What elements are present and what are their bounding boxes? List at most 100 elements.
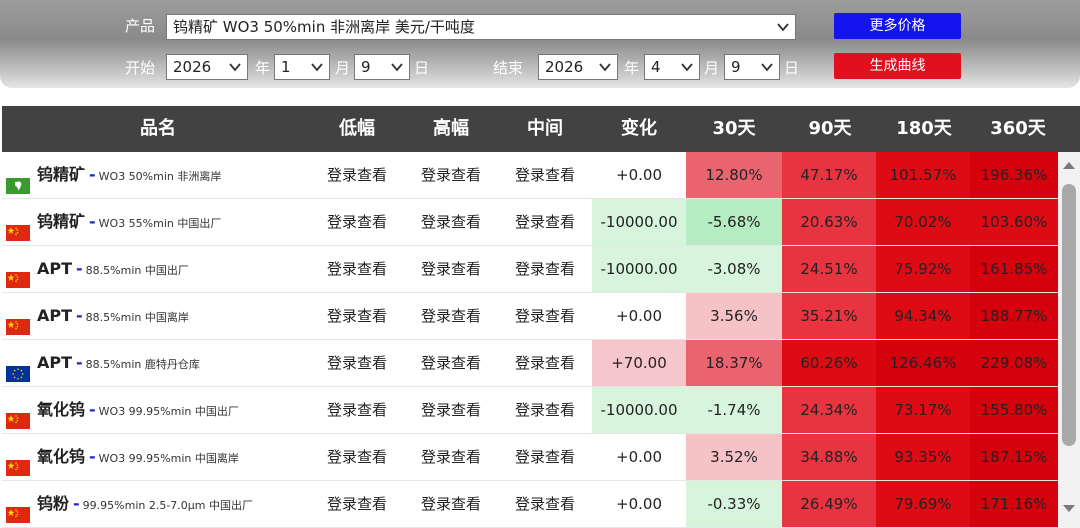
separator: - — [76, 306, 83, 325]
chevron-down-icon — [681, 63, 693, 72]
table-row[interactable]: APT -88.5%min 鹿特丹仓库 登录查看 登录查看 登录查看 +70.00 18.3… — [2, 340, 1058, 387]
column-header-name[interactable]: 品名 — [2, 106, 314, 152]
high-cell[interactable]: 登录查看 — [404, 199, 498, 245]
end-year-select[interactable]: 2026 — [538, 54, 618, 80]
high-cell[interactable]: 登录查看 — [404, 293, 498, 339]
change-cell: -10000.00 — [592, 199, 686, 245]
product-name-cell[interactable]: 钨粉 -99.95%min 2.5-7.0μm 中国出厂 — [2, 481, 312, 527]
vertical-scrollbar[interactable] — [1058, 152, 1080, 528]
product-name-cell[interactable]: APT -88.5%min 中国出厂 — [2, 246, 312, 292]
mid-cell[interactable]: 登录查看 — [498, 199, 592, 245]
product-name-cell[interactable]: 钨精矿 - WO3 50%min 非洲离岸 — [2, 152, 312, 198]
separator: - — [89, 400, 96, 419]
chevron-down-icon — [229, 63, 241, 72]
mid-cell[interactable]: 登录查看 — [498, 434, 592, 480]
mid-cell[interactable]: 登录查看 — [498, 481, 592, 527]
low-cell[interactable]: 登录查看 — [310, 199, 404, 245]
column-header-low[interactable]: 低幅 — [310, 106, 404, 152]
high-cell[interactable]: 登录查看 — [404, 434, 498, 480]
product-name-cell[interactable]: APT -88.5%min 鹿特丹仓库 — [2, 340, 312, 386]
price-table-body: 钨精矿 - WO3 50%min 非洲离岸 登录查看 登录查看 登录查看 +0.00 12.8… — [2, 152, 1058, 528]
column-header-high[interactable]: 高幅 — [404, 106, 498, 152]
change-360d-cell: 103.60% — [970, 199, 1058, 245]
change-90d-cell: 24.34% — [782, 387, 876, 433]
change-30d-cell: -3.08% — [686, 246, 782, 292]
table-row[interactable]: 钨精矿 - WO3 50%min 非洲离岸 登录查看 登录查看 登录查看 +0.00 12.8… — [2, 152, 1058, 199]
china-flag-icon — [6, 401, 30, 429]
mid-cell[interactable]: 登录查看 — [498, 293, 592, 339]
change-cell: -10000.00 — [592, 387, 686, 433]
change-90d-cell: 34.88% — [782, 434, 876, 480]
product-spec: 88.5%min 中国离岸 — [85, 311, 189, 324]
change-360d-cell: 161.85% — [970, 246, 1058, 292]
table-row[interactable]: APT -88.5%min 中国离岸 登录查看 登录查看 登录查看 +0.00 3.56% 3… — [2, 293, 1058, 340]
product-name: APT -88.5%min 中国离岸 — [37, 293, 189, 339]
start-month-select[interactable]: 1 — [274, 54, 330, 80]
change-cell: +0.00 — [592, 481, 686, 527]
table-row[interactable]: 氧化钨 - WO3 99.95%min 中国离岸 登录查看 登录查看 登录查看 +0.00 3… — [2, 434, 1058, 481]
column-header-mid[interactable]: 中间 — [498, 106, 592, 152]
start-year-value: 2026 — [173, 58, 212, 76]
end-day-select[interactable]: 9 — [724, 54, 780, 80]
mid-cell[interactable]: 登录查看 — [498, 387, 592, 433]
high-cell[interactable]: 登录查看 — [404, 152, 498, 198]
start-year-select[interactable]: 2026 — [166, 54, 248, 80]
change-360d-cell: 155.80% — [970, 387, 1058, 433]
generate-curve-button[interactable]: 生成曲线 — [834, 53, 961, 79]
column-header-change[interactable]: 变化 — [592, 106, 686, 152]
table-row[interactable]: APT -88.5%min 中国出厂 登录查看 登录查看 登录查看 -10000.00 -3… — [2, 246, 1058, 293]
china-flag-icon — [6, 213, 30, 241]
low-cell[interactable]: 登录查看 — [310, 481, 404, 527]
product-name-text: 钨粉 — [37, 494, 70, 513]
column-header-360d[interactable]: 360天 — [970, 106, 1066, 152]
column-header-30d[interactable]: 30天 — [686, 106, 782, 152]
change-30d-cell: -0.33% — [686, 481, 782, 527]
low-cell[interactable]: 登录查看 — [310, 152, 404, 198]
scroll-down-arrow-icon[interactable] — [1062, 504, 1076, 514]
product-name: 氧化钨 - WO3 99.95%min 中国出厂 — [37, 387, 239, 433]
change-30d-cell: 3.52% — [686, 434, 782, 480]
scroll-up-arrow-icon[interactable] — [1062, 160, 1076, 170]
separator: - — [89, 447, 96, 466]
product-name: 钨精矿 - WO3 55%min 中国出厂 — [37, 199, 221, 245]
product-name-cell[interactable]: 氧化钨 - WO3 99.95%min 中国离岸 — [2, 434, 312, 480]
low-cell[interactable]: 登录查看 — [310, 434, 404, 480]
more-prices-button[interactable]: 更多价格 — [834, 13, 961, 39]
start-label: 开始 — [125, 59, 156, 77]
product-spec: 88.5%min 鹿特丹仓库 — [85, 358, 200, 371]
product-label: 产品 — [125, 17, 156, 35]
change-cell: +0.00 — [592, 434, 686, 480]
change-90d-cell: 60.26% — [782, 340, 876, 386]
mid-cell[interactable]: 登录查看 — [498, 340, 592, 386]
table-row[interactable]: 钨粉 -99.95%min 2.5-7.0μm 中国出厂 登录查看 登录查看 登录查看 +… — [2, 481, 1058, 528]
mid-cell[interactable]: 登录查看 — [498, 246, 592, 292]
product-name-text: APT — [37, 306, 73, 325]
low-cell[interactable]: 登录查看 — [310, 340, 404, 386]
product-select[interactable]: 钨精矿 WO3 50%min 非洲离岸 美元/干吨度 — [166, 14, 796, 40]
scrollbar-thumb[interactable] — [1062, 184, 1076, 446]
table-row[interactable]: 氧化钨 - WO3 99.95%min 中国出厂 登录查看 登录查看 登录查看 -10000… — [2, 387, 1058, 434]
product-name-cell[interactable]: APT -88.5%min 中国离岸 — [2, 293, 312, 339]
column-header-180d[interactable]: 180天 — [876, 106, 972, 152]
high-cell[interactable]: 登录查看 — [404, 481, 498, 527]
high-cell[interactable]: 登录查看 — [404, 387, 498, 433]
low-cell[interactable]: 登录查看 — [310, 293, 404, 339]
low-cell[interactable]: 登录查看 — [310, 246, 404, 292]
high-cell[interactable]: 登录查看 — [404, 246, 498, 292]
separator: - — [76, 353, 83, 372]
end-month-select[interactable]: 4 — [644, 54, 700, 80]
product-name-cell[interactable]: 氧化钨 - WO3 99.95%min 中国出厂 — [2, 387, 312, 433]
change-90d-cell: 26.49% — [782, 481, 876, 527]
change-90d-cell: 47.17% — [782, 152, 876, 198]
product-name-text: 氧化钨 — [37, 447, 86, 466]
mid-cell[interactable]: 登录查看 — [498, 152, 592, 198]
start-day-select[interactable]: 9 — [354, 54, 410, 80]
change-360d-cell: 229.08% — [970, 340, 1058, 386]
change-360d-cell: 196.36% — [970, 152, 1058, 198]
column-header-90d[interactable]: 90天 — [782, 106, 878, 152]
table-row[interactable]: 钨精矿 - WO3 55%min 中国出厂 登录查看 登录查看 登录查看 -10000.00… — [2, 199, 1058, 246]
change-90d-cell: 35.21% — [782, 293, 876, 339]
high-cell[interactable]: 登录查看 — [404, 340, 498, 386]
low-cell[interactable]: 登录查看 — [310, 387, 404, 433]
product-name-cell[interactable]: 钨精矿 - WO3 55%min 中国出厂 — [2, 199, 312, 245]
